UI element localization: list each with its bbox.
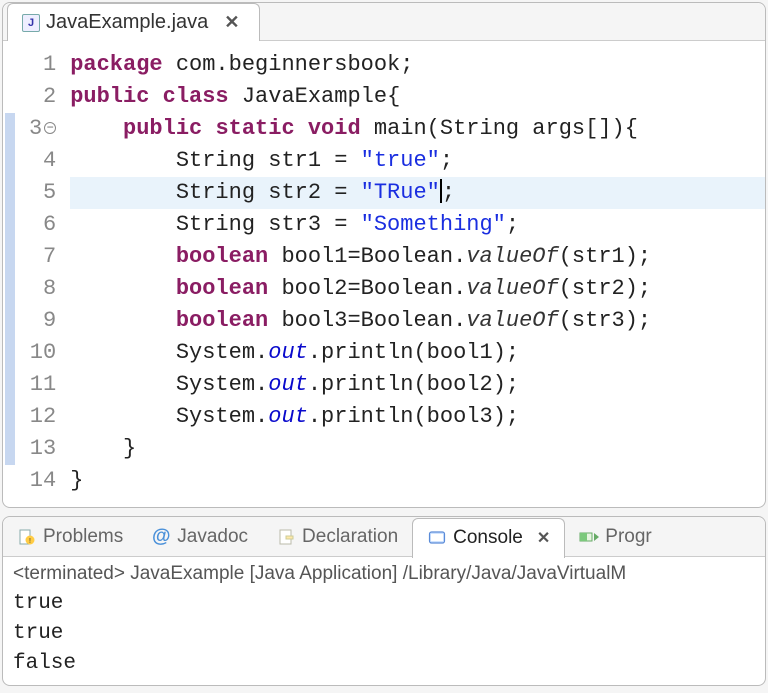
progress-icon (579, 527, 599, 547)
tab-label: Progr (605, 526, 651, 548)
console-output-line: false (13, 649, 755, 679)
file-tab[interactable]: J JavaExample.java ✕ (7, 3, 260, 41)
tab-label: Problems (43, 526, 123, 548)
code-line[interactable]: System.out.println(bool2); (70, 369, 765, 401)
file-tab-title: JavaExample.java (46, 11, 208, 34)
editor-tab-bar: J JavaExample.java ✕ (3, 3, 765, 41)
tab-console[interactable]: Console ✕ (412, 518, 565, 558)
line-number: 7 (29, 241, 56, 273)
fold-icon[interactable]: − (44, 122, 56, 134)
console-output-line: true (13, 589, 755, 619)
line-number: 6 (29, 209, 56, 241)
console-icon (427, 528, 447, 548)
code-line[interactable]: String str1 = "true"; (70, 145, 765, 177)
line-number-gutter: 1 2 3− 4 5 6 7 8 9 10 11 12 13 14 (21, 49, 66, 497)
console-body: <terminated> JavaExample [Java Applicati… (3, 557, 765, 685)
line-number: 10 (29, 337, 56, 369)
code-line[interactable]: } (70, 433, 765, 465)
code-line[interactable]: boolean bool2=Boolean.valueOf(str2); (70, 273, 765, 305)
java-file-icon: J (22, 14, 40, 32)
marker-column (3, 49, 21, 497)
code-line-active[interactable]: String str2 = "TRue"; (70, 177, 765, 209)
tab-label: Console (453, 527, 523, 549)
console-status-line: <terminated> JavaExample [Java Applicati… (13, 563, 755, 585)
code-line[interactable]: boolean bool3=Boolean.valueOf(str3); (70, 305, 765, 337)
tab-declaration[interactable]: Declaration (262, 517, 412, 557)
line-number: 14 (29, 465, 56, 497)
code-line[interactable]: System.out.println(bool1); (70, 337, 765, 369)
view-tab-bar: ! Problems @ Javadoc Declaration Console… (3, 517, 765, 557)
editor-panel: J JavaExample.java ✕ 1 2 3− 4 5 6 7 8 9 … (2, 2, 766, 508)
line-number: 8 (29, 273, 56, 305)
code-line[interactable]: public class JavaExample{ (70, 81, 765, 113)
code-editor[interactable]: 1 2 3− 4 5 6 7 8 9 10 11 12 13 14 packag… (3, 41, 765, 507)
console-output-line: true (13, 619, 755, 649)
line-number: 11 (29, 369, 56, 401)
code-line[interactable]: System.out.println(bool3); (70, 401, 765, 433)
tab-progress[interactable]: Progr (565, 517, 665, 557)
close-icon[interactable]: ✕ (224, 12, 239, 33)
tab-label: Javadoc (177, 526, 248, 548)
line-number: 9 (29, 305, 56, 337)
bottom-panel: ! Problems @ Javadoc Declaration Console… (2, 516, 766, 686)
close-icon[interactable]: ✕ (537, 528, 550, 548)
code-line[interactable]: package com.beginnersbook; (70, 49, 765, 81)
line-number: 4 (29, 145, 56, 177)
tab-problems[interactable]: ! Problems (3, 517, 137, 557)
code-line[interactable]: String str3 = "Something"; (70, 209, 765, 241)
tab-javadoc[interactable]: @ Javadoc (137, 517, 262, 557)
svg-text:!: ! (29, 538, 31, 545)
line-number: 5 (29, 177, 56, 209)
code-content[interactable]: package com.beginnersbook; public class … (66, 49, 765, 497)
line-number: 2 (29, 81, 56, 113)
javadoc-icon: @ (151, 527, 171, 547)
console-output[interactable]: true true false (13, 589, 755, 679)
code-line[interactable]: boolean bool1=Boolean.valueOf(str1); (70, 241, 765, 273)
line-number: 12 (29, 401, 56, 433)
code-line[interactable]: public static void main(String args[]){ (70, 113, 765, 145)
line-number: 1 (29, 49, 56, 81)
problems-icon: ! (17, 527, 37, 547)
code-line[interactable]: } (70, 465, 765, 497)
declaration-icon (276, 527, 296, 547)
line-number: 13 (29, 433, 56, 465)
tab-label: Declaration (302, 526, 398, 548)
line-number: 3− (29, 113, 56, 145)
